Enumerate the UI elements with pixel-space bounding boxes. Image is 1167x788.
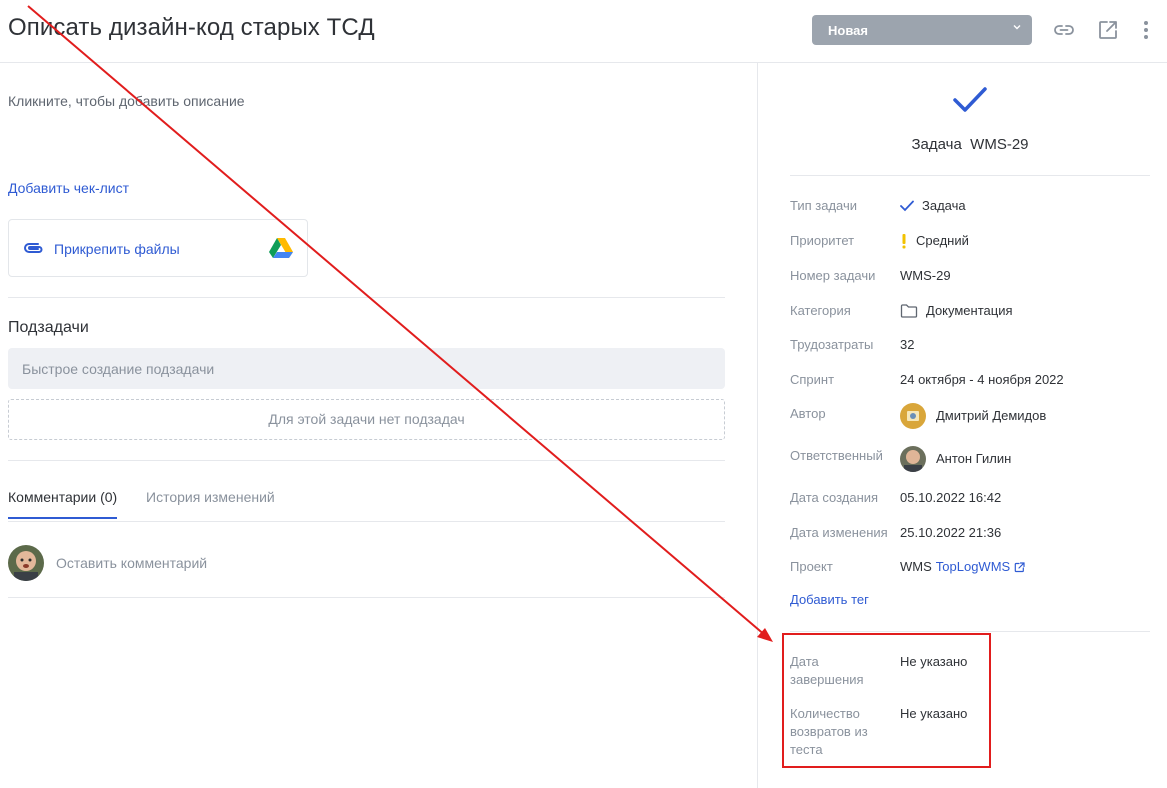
prop-label-modified: Дата изменения — [790, 525, 888, 540]
label-line: Дата — [790, 654, 819, 669]
avatar — [900, 403, 926, 429]
status-label: Новая — [828, 23, 868, 38]
prop-label-author: Автор — [790, 406, 826, 421]
description-field[interactable]: Кликните, чтобы добавить описание — [8, 93, 245, 109]
project-link[interactable]: TopLogWMS — [936, 558, 1010, 576]
google-drive-icon[interactable] — [269, 237, 293, 264]
priority-exclamation-icon — [900, 233, 908, 249]
status-dropdown[interactable]: Новая — [812, 15, 1032, 45]
sidebar-divider — [790, 175, 1150, 176]
tab-history[interactable]: История изменений — [146, 489, 275, 517]
prop-value-due-date[interactable]: Не указано — [900, 653, 967, 671]
sidebar-divider — [790, 631, 1150, 632]
tabs-underline — [8, 521, 725, 522]
prop-value-author[interactable]: Дмитрий Демидов — [900, 403, 1046, 429]
prop-label-number: Номер задачи — [790, 268, 876, 283]
tab-comments[interactable]: Комментарии (0) — [8, 489, 118, 519]
link-icon[interactable] — [1052, 18, 1076, 42]
prop-value-type-text: Задача — [922, 198, 966, 213]
column-divider — [757, 63, 758, 788]
paperclip-icon — [23, 240, 45, 261]
prop-value-author-text: Дмитрий Демидов — [936, 408, 1047, 423]
prop-value-category-text: Документация — [926, 303, 1013, 318]
prop-value-effort[interactable]: 32 — [900, 336, 914, 354]
prop-value-assignee-text: Антон Гилин — [936, 451, 1012, 466]
prop-value-category[interactable]: Документация — [900, 302, 1013, 320]
avatar — [8, 545, 44, 581]
comment-input[interactable]: Оставить комментарий — [56, 555, 207, 571]
section-divider — [8, 597, 725, 598]
label-line: завершения — [790, 672, 864, 687]
label-line: возвратов из — [790, 724, 868, 739]
folder-icon — [900, 304, 918, 318]
task-title[interactable]: Описать дизайн-код старых ТСД — [8, 14, 375, 42]
prop-value-assignee[interactable]: Антон Гилин — [900, 446, 1011, 472]
subtasks-title: Подзадачи — [8, 319, 89, 336]
prop-label-type: Тип задачи — [790, 198, 858, 213]
label-line: Количество — [790, 706, 860, 721]
check-icon — [900, 200, 914, 212]
prop-value-priority[interactable]: Средний — [900, 232, 969, 250]
prop-value-type[interactable]: Задача — [900, 197, 966, 215]
add-checklist-link[interactable]: Добавить чек-лист — [8, 180, 129, 196]
prop-label-priority: Приоритет — [790, 233, 855, 248]
chevron-down-icon — [1012, 22, 1022, 35]
prop-label-test-returns: Количество возвратов из теста — [790, 705, 868, 759]
annotation-arrow — [27, 5, 773, 642]
prop-label-project: Проект — [790, 559, 833, 574]
prop-value-project: WMS TopLogWMS — [900, 558, 1025, 576]
more-vertical-icon[interactable] — [1136, 18, 1156, 42]
external-link-icon[interactable] — [1014, 561, 1025, 573]
label-line: теста — [790, 742, 823, 757]
prop-value-created: 05.10.2022 16:42 — [900, 490, 1002, 505]
prop-label-due-date: Дата завершения — [790, 653, 864, 689]
prop-label-sprint: Спринт — [790, 372, 835, 387]
prop-value-priority-text: Средний — [916, 233, 969, 248]
task-type-title: Задача WMS-29 — [911, 136, 1029, 153]
prop-label-category: Категория — [790, 303, 851, 318]
attach-files-button[interactable]: Прикрепить файлы — [8, 219, 308, 277]
external-link-icon[interactable] — [1096, 18, 1120, 42]
prop-label-created: Дата создания — [790, 490, 879, 505]
prop-value-number: WMS-29 — [900, 268, 951, 283]
task-type-check-icon — [952, 86, 988, 119]
task-header: Описать дизайн-код старых ТСД Новая — [0, 0, 1167, 63]
no-subtasks-placeholder: Для этой задачи нет подзадач — [8, 399, 725, 440]
section-divider — [8, 460, 725, 461]
quick-subtask-input[interactable] — [8, 348, 725, 389]
project-prefix: WMS — [900, 559, 932, 574]
prop-label-effort: Трудозатраты — [790, 337, 874, 352]
prop-value-test-returns[interactable]: Не указано — [900, 705, 967, 723]
prop-label-assignee: Ответственный — [790, 448, 883, 463]
section-divider — [8, 297, 725, 298]
attach-files-label: Прикрепить файлы — [54, 241, 180, 257]
avatar — [900, 446, 926, 472]
prop-value-modified: 25.10.2022 21:36 — [900, 525, 1002, 540]
prop-value-sprint[interactable]: 24 октября - 4 ноября 2022 — [900, 371, 1064, 389]
add-tag-link[interactable]: Добавить тег — [790, 592, 869, 607]
